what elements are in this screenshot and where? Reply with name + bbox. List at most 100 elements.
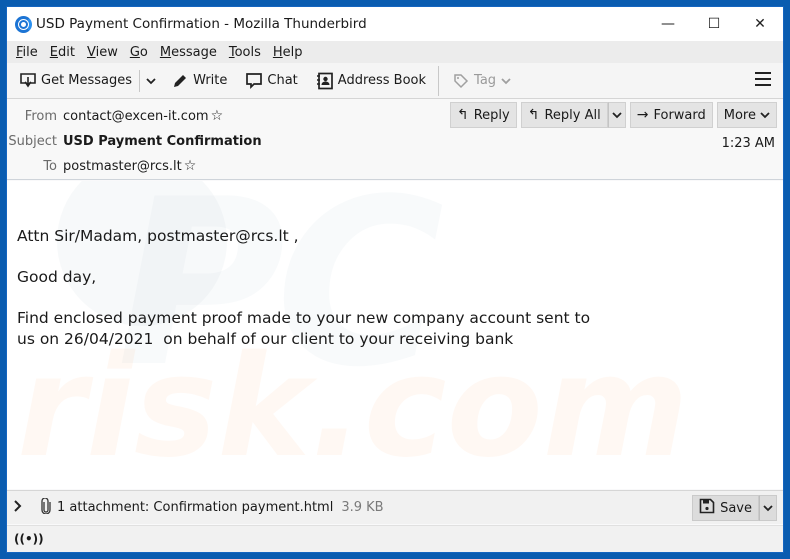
body-line: us on 26/04/2021 on behalf of our client… xyxy=(17,330,514,348)
window-title: USD Payment Confirmation - Mozilla Thund… xyxy=(36,16,367,32)
message-actions: ↰ Reply ↰ Reply All → Forward More xyxy=(446,102,777,128)
from-row: From contact@excen-it.com ☆ xyxy=(7,106,223,126)
menu-label: dit xyxy=(58,44,75,60)
subject-value: USD Payment Confirmation xyxy=(63,133,262,149)
menu-bar: File Edit View Go Message Tools Help xyxy=(7,41,783,63)
address-book-button[interactable]: Address Book xyxy=(312,67,430,95)
forward-arrow-icon: → xyxy=(636,107,649,123)
from-address[interactable]: contact@excen-it.com xyxy=(63,109,209,124)
tag-icon xyxy=(452,72,470,90)
save-dropdown[interactable] xyxy=(759,495,777,521)
forward-button[interactable]: → Forward xyxy=(629,102,713,128)
reply-all-dropdown[interactable] xyxy=(607,102,626,128)
watermark-risk: risk.com xyxy=(17,326,689,489)
menu-label: ools xyxy=(234,44,261,60)
menu-go[interactable]: Go xyxy=(125,45,153,60)
title-bar: USD Payment Confirmation - Mozilla Thund… xyxy=(7,7,783,41)
get-messages-label: Get Messages xyxy=(41,73,133,88)
menu-tools[interactable]: Tools xyxy=(224,45,266,60)
reply-label: Reply xyxy=(473,107,510,123)
menu-label: elp xyxy=(282,44,303,60)
minimize-button[interactable]: — xyxy=(645,7,691,41)
thunderbird-logo-icon xyxy=(15,15,32,33)
menu-label: ile xyxy=(22,44,38,60)
tag-label: Tag xyxy=(474,73,497,88)
reply-all-icon: ↰ xyxy=(527,107,540,123)
forward-label: Forward xyxy=(653,107,706,123)
subject-row: Subject USD Payment Confirmation xyxy=(7,131,262,151)
chat-label: Chat xyxy=(267,73,298,88)
chevron-down-icon xyxy=(760,112,770,119)
chevron-down-icon xyxy=(612,112,622,119)
more-button[interactable]: More xyxy=(716,102,777,128)
address-book-label: Address Book xyxy=(337,73,427,88)
star-icon[interactable]: ☆ xyxy=(184,158,197,174)
save-label: Save xyxy=(720,500,752,516)
menu-message[interactable]: Message xyxy=(155,45,222,60)
save-button[interactable]: Save xyxy=(692,495,759,521)
reply-button[interactable]: ↰ Reply xyxy=(450,102,517,128)
close-button[interactable]: ✕ xyxy=(737,7,783,41)
good-day-line: Good day, xyxy=(17,268,97,286)
to-row: To postmaster@rcs.lt ☆ xyxy=(7,156,196,176)
floppy-disk-icon xyxy=(699,498,715,518)
attachment-label[interactable]: 1 attachment: Confirmation payment.html xyxy=(57,500,333,515)
chevron-right-icon xyxy=(14,499,22,512)
write-button[interactable]: Write xyxy=(167,67,231,95)
chat-bubble-icon xyxy=(245,72,263,90)
menu-help[interactable]: Help xyxy=(268,45,308,60)
main-toolbar: Get Messages Write Chat Address Book Tag xyxy=(7,63,783,99)
to-address[interactable]: postmaster@rcs.lt xyxy=(63,159,182,174)
thunderbird-window: USD Payment Confirmation - Mozilla Thund… xyxy=(6,6,784,553)
menu-accel: M xyxy=(159,44,172,60)
expand-attachments-toggle[interactable] xyxy=(13,499,35,516)
reply-icon: ↰ xyxy=(457,107,469,123)
menu-label: o xyxy=(139,44,148,60)
chat-button[interactable]: Chat xyxy=(241,67,301,95)
online-status-icon[interactable]: ((•)) xyxy=(14,532,44,546)
attachment-bar: 1 attachment: Confirmation payment.html … xyxy=(7,490,783,524)
message-time: 1:23 AM xyxy=(721,136,775,151)
menu-edit[interactable]: Edit xyxy=(45,45,80,60)
chevron-down-icon xyxy=(146,77,156,84)
star-icon[interactable]: ☆ xyxy=(211,108,224,124)
menu-accel: E xyxy=(49,44,58,60)
get-messages-dropdown[interactable] xyxy=(143,67,159,95)
reply-all-split-button: ↰ Reply All xyxy=(520,102,626,128)
menu-label: essage xyxy=(171,44,217,60)
menu-view[interactable]: View xyxy=(82,45,123,60)
chevron-down-icon xyxy=(763,505,773,512)
maximize-button[interactable]: ☐ xyxy=(691,7,737,41)
reply-all-label: Reply All xyxy=(544,107,601,123)
menu-accel: G xyxy=(129,44,140,60)
menu-label: iew xyxy=(95,44,118,60)
address-book-icon xyxy=(316,72,334,90)
hamburger-menu-icon xyxy=(755,72,771,74)
message-body: PC risk.com Attn Sir/Madam, postmaster@r… xyxy=(7,181,783,489)
attachment-size: 3.9 KB xyxy=(341,500,384,515)
subject-label: Subject xyxy=(8,133,57,149)
toolbar-separator xyxy=(438,65,440,96)
body-line: Find enclosed payment proof made to your… xyxy=(17,309,591,327)
menu-accel: V xyxy=(86,44,96,60)
menu-accel: H xyxy=(272,44,283,60)
app-menu-button[interactable] xyxy=(755,72,771,88)
greeting-line: Attn Sir/Madam, postmaster@rcs.lt , xyxy=(17,227,299,245)
from-label: From xyxy=(24,108,57,124)
message-text: Attn Sir/Madam, postmaster@rcs.lt , Good… xyxy=(17,226,590,350)
tag-button[interactable]: Tag xyxy=(448,67,515,95)
save-split-button: Save xyxy=(692,495,777,521)
write-label: Write xyxy=(193,73,228,88)
more-label: More xyxy=(723,107,756,123)
get-messages-button[interactable]: Get Messages xyxy=(15,67,136,95)
pencil-icon xyxy=(171,72,189,90)
status-bar: ((•)) xyxy=(7,525,783,552)
menu-file[interactable]: File xyxy=(11,45,43,60)
toolbar-separator xyxy=(139,69,141,92)
hamburger-menu-icon xyxy=(755,84,771,86)
download-message-icon xyxy=(19,72,37,90)
hamburger-menu-icon xyxy=(755,78,771,80)
paperclip-icon xyxy=(41,496,51,518)
reply-all-button[interactable]: ↰ Reply All xyxy=(520,102,608,128)
message-header: From contact@excen-it.com ☆ Subject USD … xyxy=(7,99,783,180)
